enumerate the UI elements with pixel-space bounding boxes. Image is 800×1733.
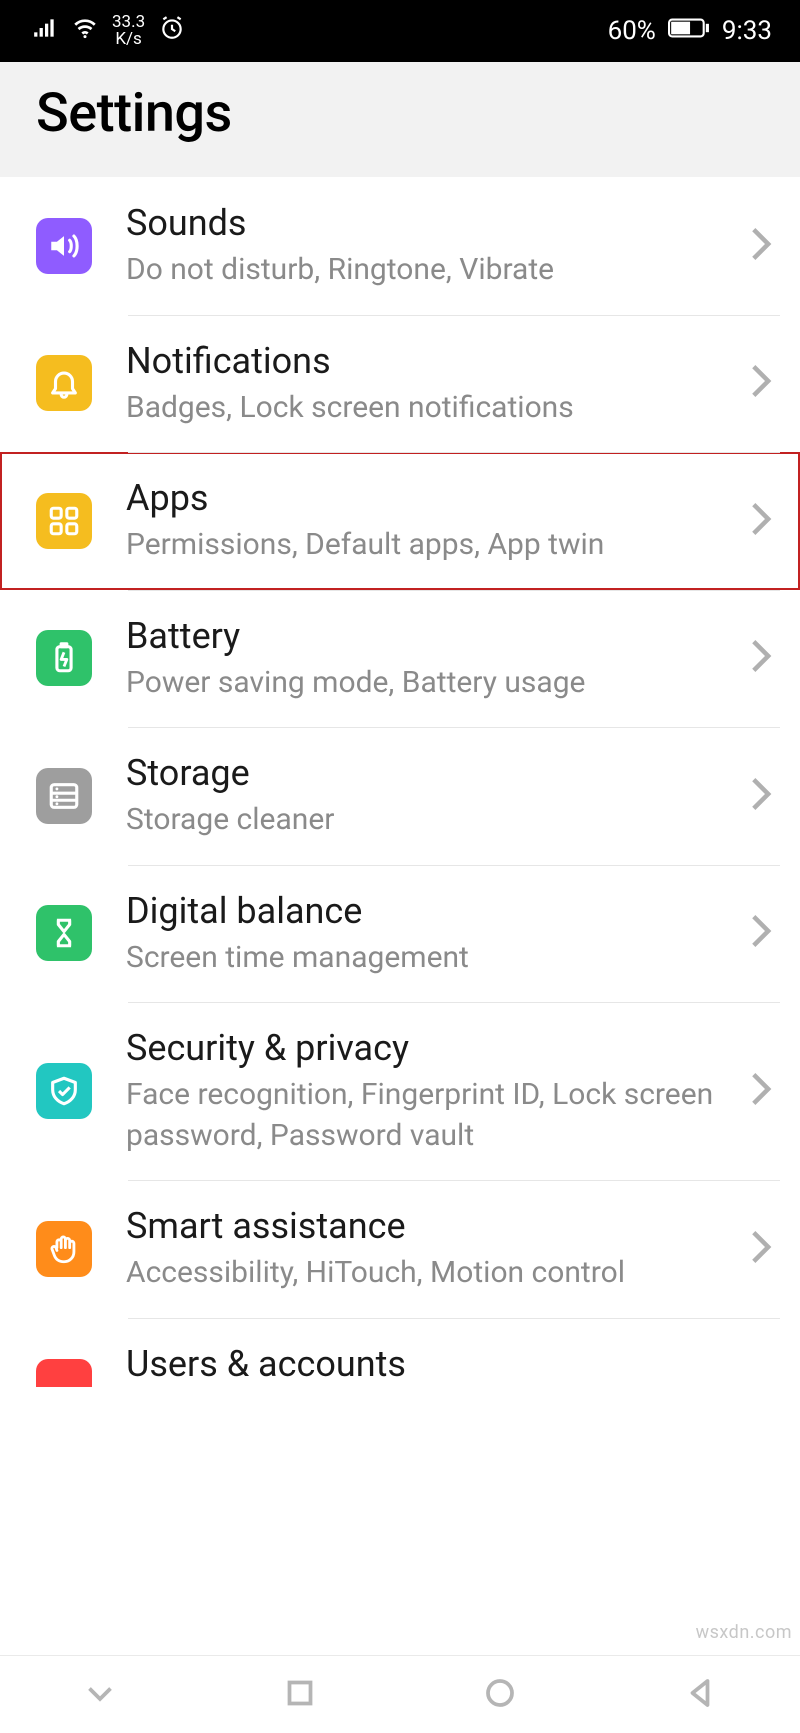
chevron-right-icon (750, 776, 772, 816)
hourglass-icon (36, 905, 92, 961)
sounds-icon (36, 218, 92, 274)
chevron-right-icon (750, 913, 772, 953)
item-title: Smart assistance (126, 1204, 734, 1249)
shield-icon (36, 1063, 92, 1119)
nav-hide-keyboard[interactable] (82, 1675, 118, 1715)
item-subtitle: Permissions, Default apps, App twin (126, 525, 734, 566)
item-subtitle: Do not disturb, Ringtone, Vibrate (126, 250, 734, 291)
page-title: Settings (36, 82, 764, 145)
page-header: Settings (0, 62, 800, 177)
item-subtitle: Power saving mode, Battery usage (126, 663, 734, 704)
status-bar: 33.3 K/s 60% 9:33 (0, 0, 800, 62)
settings-item-users[interactable]: Users & accounts (0, 1318, 800, 1387)
chevron-right-icon (750, 1071, 772, 1111)
settings-list: Sounds Do not disturb, Ringtone, Vibrate… (0, 177, 800, 1387)
chevron-right-icon (750, 501, 772, 541)
item-title: Storage (126, 751, 734, 796)
item-title: Apps (126, 476, 734, 521)
settings-item-text: Sounds Do not disturb, Ringtone, Vibrate (92, 201, 750, 291)
item-subtitle: Screen time management (126, 938, 734, 979)
settings-item-text: Battery Power saving mode, Battery usage (92, 614, 750, 704)
item-title: Battery (126, 614, 734, 659)
item-subtitle: Storage cleaner (126, 800, 734, 841)
item-subtitle: Accessibility, HiTouch, Motion control (126, 1253, 734, 1294)
settings-item-text: Digital balance Screen time management (92, 889, 750, 979)
settings-item-notifications[interactable]: Notifications Badges, Lock screen notifi… (0, 315, 800, 453)
settings-item-apps[interactable]: Apps Permissions, Default apps, App twin (0, 452, 800, 590)
settings-item-smart-assistance[interactable]: Smart assistance Accessibility, HiTouch,… (0, 1180, 800, 1318)
hand-icon (36, 1221, 92, 1277)
watermark: wsxdn.com (696, 1622, 792, 1643)
settings-item-battery[interactable]: Battery Power saving mode, Battery usage (0, 590, 800, 728)
chevron-right-icon (750, 638, 772, 678)
battery-icon (668, 16, 710, 46)
settings-item-storage[interactable]: Storage Storage cleaner (0, 727, 800, 865)
item-title: Users & accounts (126, 1342, 756, 1387)
battery-percent: 60% (608, 16, 656, 46)
apps-icon (36, 493, 92, 549)
settings-item-text: Storage Storage cleaner (92, 751, 750, 841)
settings-item-digital-balance[interactable]: Digital balance Screen time management (0, 865, 800, 1003)
item-title: Notifications (126, 339, 734, 384)
item-title: Security & privacy (126, 1026, 734, 1071)
settings-item-sounds[interactable]: Sounds Do not disturb, Ringtone, Vibrate (0, 177, 800, 315)
settings-item-text: Smart assistance Accessibility, HiTouch,… (92, 1204, 750, 1294)
settings-item-text: Users & accounts (92, 1342, 772, 1387)
status-left: 33.3 K/s (32, 14, 185, 48)
item-title: Sounds (126, 201, 734, 246)
status-time: 9:33 (722, 16, 772, 46)
nav-back[interactable] (682, 1675, 718, 1715)
notifications-icon (36, 355, 92, 411)
nav-home[interactable] (482, 1675, 518, 1715)
status-right: 60% 9:33 (608, 16, 772, 46)
item-title: Digital balance (126, 889, 734, 934)
nav-recents[interactable] (282, 1675, 318, 1715)
storage-icon (36, 768, 92, 824)
network-speed: 33.3 K/s (112, 14, 145, 48)
settings-item-text: Notifications Badges, Lock screen notifi… (92, 339, 750, 429)
chevron-right-icon (750, 363, 772, 403)
navigation-bar (0, 1655, 800, 1733)
signal-icon (32, 15, 58, 47)
users-icon (36, 1359, 92, 1387)
battery-icon (36, 630, 92, 686)
item-subtitle: Badges, Lock screen notifications (126, 388, 734, 429)
settings-item-text: Apps Permissions, Default apps, App twin (92, 476, 750, 566)
wifi-icon (72, 15, 98, 47)
chevron-right-icon (750, 226, 772, 266)
settings-item-text: Security & privacy Face recognition, Fin… (92, 1026, 750, 1156)
settings-item-security[interactable]: Security & privacy Face recognition, Fin… (0, 1002, 800, 1180)
network-speed-unit: K/s (115, 31, 141, 48)
item-subtitle: Face recognition, Fingerprint ID, Lock s… (126, 1075, 734, 1156)
chevron-right-icon (750, 1229, 772, 1269)
alarm-icon (159, 15, 185, 47)
